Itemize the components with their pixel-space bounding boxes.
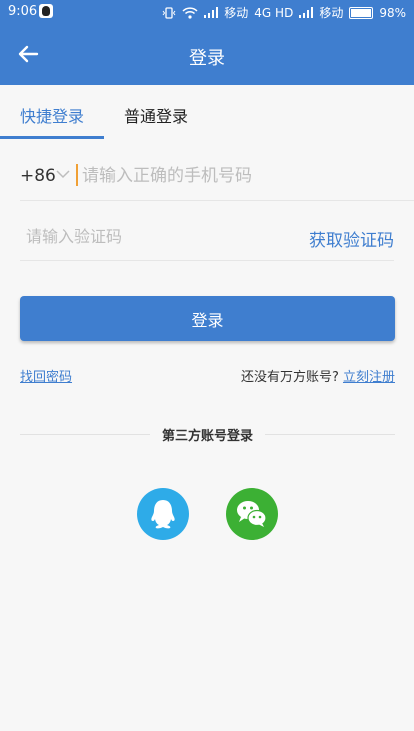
status-time: 9:06 xyxy=(8,4,38,19)
status-indicators: 移动 4G HD 移动 98% xyxy=(162,4,406,21)
battery-label: 98% xyxy=(379,5,406,20)
battery-icon xyxy=(349,6,374,19)
verification-code-row: 获取验证码 xyxy=(20,208,394,261)
qq-icon xyxy=(151,500,175,529)
status-bar: 9:06 移动 4G HD 移动 98% xyxy=(0,0,414,24)
title-bar: 登录 xyxy=(0,24,414,85)
qq-notification-icon xyxy=(39,4,53,18)
wechat-icon xyxy=(237,501,267,527)
active-tab-indicator xyxy=(0,136,104,139)
register-prompt: 还没有万方账号? 立刻注册 xyxy=(241,366,395,385)
divider-line xyxy=(265,434,395,435)
forgot-password-link[interactable]: 找回密码 xyxy=(20,366,72,385)
phone-row: +86 xyxy=(20,148,414,201)
links-row: 找回密码 还没有万方账号? 立刻注册 xyxy=(20,366,395,386)
carrier-label: 移动 xyxy=(224,6,249,20)
network-label: 4G HD xyxy=(254,5,294,20)
header: 9:06 移动 4G HD 移动 98% 登录 xyxy=(0,0,414,85)
tab-normal-login[interactable]: 普通登录 xyxy=(124,103,188,127)
wechat-login-button[interactable] xyxy=(226,488,278,540)
login-button[interactable]: 登录 xyxy=(20,296,395,341)
wifi-icon xyxy=(182,6,198,19)
login-screen: 9:06 移动 4G HD 移动 98% 登录 快捷登录 普通登录 +86 请输… xyxy=(0,0,414,731)
qq-login-button[interactable] xyxy=(137,488,189,540)
chevron-down-icon[interactable] xyxy=(55,166,71,182)
vibrate-icon xyxy=(162,6,176,19)
phone-input[interactable] xyxy=(80,160,404,192)
no-account-text: 还没有万方账号? xyxy=(240,370,339,385)
register-link[interactable]: 立刻注册 xyxy=(343,370,395,385)
tab-quick-login[interactable]: 快捷登录 xyxy=(20,103,84,127)
get-code-button[interactable]: 获取验证码 xyxy=(309,226,394,251)
text-cursor xyxy=(76,164,78,186)
verification-code-input[interactable] xyxy=(24,220,268,252)
third-party-divider: 第三方账号登录 xyxy=(20,424,395,444)
carrier-label: 移动 xyxy=(319,6,344,20)
signal-icon xyxy=(204,7,219,18)
country-code-select[interactable]: +86 xyxy=(20,166,56,186)
page-title: 登录 xyxy=(189,48,225,69)
login-tabs: 快捷登录 普通登录 xyxy=(0,85,414,140)
signal-icon xyxy=(299,7,314,18)
